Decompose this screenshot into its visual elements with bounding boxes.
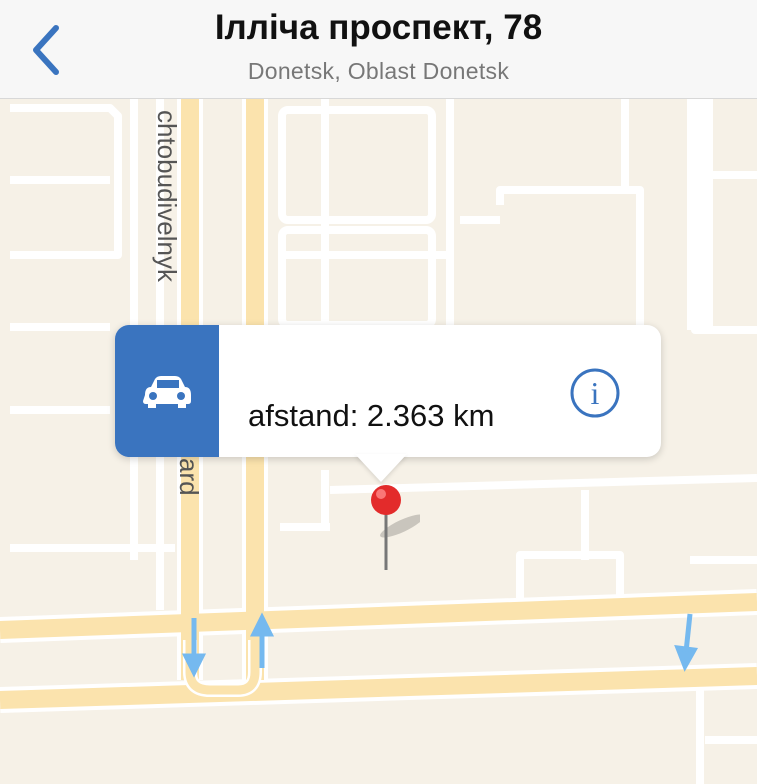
page-title: Ілліча проспект, 78	[214, 8, 543, 47]
location-pin-icon[interactable]	[360, 482, 420, 582]
directions-button[interactable]	[115, 325, 219, 457]
street-label: chtobudivelnyk	[152, 110, 182, 283]
navigation-bar: Ілліча проспект, 78 Donetsk, Oblast Done…	[0, 0, 757, 99]
distance-label: afstand: 2.363 km	[248, 398, 495, 433]
page-subtitle: Donetsk, Oblast Donetsk	[247, 58, 510, 84]
info-button[interactable]: i	[569, 367, 621, 419]
location-callout[interactable]: afstand: 2.363 km i	[115, 325, 661, 457]
car-icon	[143, 376, 191, 408]
callout-pointer	[355, 454, 407, 482]
svg-text:i: i	[591, 375, 600, 411]
street-label: ard	[174, 458, 204, 496]
info-icon: i	[570, 368, 620, 418]
